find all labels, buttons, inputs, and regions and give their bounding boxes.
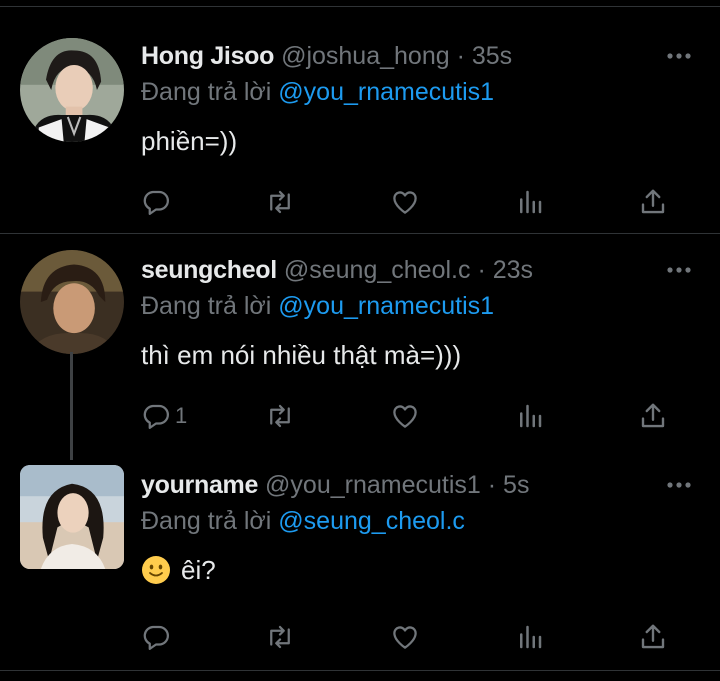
- tweet-divider: [0, 233, 720, 234]
- tweet-header: seungcheol @seung_cheol.c · 23s: [141, 254, 533, 286]
- share-button[interactable]: [638, 398, 668, 434]
- replying-to: Đang trả lời @you_rnamecutis1: [141, 290, 494, 322]
- like-icon: [393, 405, 417, 428]
- tweet-actions: [141, 184, 681, 224]
- timestamp[interactable]: 5s: [503, 471, 529, 499]
- like-button[interactable]: [390, 398, 420, 434]
- retweet-button[interactable]: [265, 184, 295, 220]
- display-name[interactable]: seungcheol: [141, 256, 277, 284]
- tweet-text: phiền=)): [141, 126, 238, 156]
- retweet-icon: [270, 404, 290, 428]
- views-button[interactable]: [515, 619, 545, 655]
- user-handle[interactable]: @you_rnamecutis1: [265, 471, 481, 499]
- replying-to: Đang trả lời @seung_cheol.c: [141, 505, 465, 537]
- timestamp[interactable]: 35s: [472, 42, 512, 70]
- replying-to: Đang trả lời @you_rnamecutis1: [141, 76, 494, 108]
- user-handle[interactable]: @seung_cheol.c: [284, 256, 471, 284]
- reply-icon: [143, 190, 169, 215]
- bottom-divider: [0, 670, 720, 671]
- separator-dot: ·: [477, 256, 486, 284]
- retweet-button[interactable]: [265, 398, 295, 434]
- display-name[interactable]: yourname: [141, 471, 258, 499]
- views-icon: [520, 625, 542, 649]
- views-button[interactable]: [515, 398, 545, 434]
- reply-button[interactable]: [141, 184, 175, 220]
- smile-emoji-icon: [142, 556, 170, 584]
- share-button[interactable]: [638, 184, 668, 220]
- reply-icon: [143, 404, 169, 429]
- avatar-image: [20, 465, 124, 569]
- retweet-icon: [270, 190, 290, 214]
- views-icon: [520, 404, 542, 428]
- avatar[interactable]: [20, 38, 124, 142]
- tweet-text: êi?: [181, 555, 216, 585]
- top-divider: [0, 6, 720, 7]
- share-icon: [641, 189, 665, 214]
- reply-button[interactable]: [141, 619, 175, 655]
- retweet-icon: [270, 625, 290, 649]
- tweet[interactable]: seungcheol @seung_cheol.c · 23s Đang trả…: [0, 250, 720, 444]
- tweet-header: yourname @you_rnamecutis1 · 5s: [141, 469, 529, 501]
- like-icon: [393, 191, 417, 214]
- tweet[interactable]: Hong Jisoo @joshua_hong · 35s Đang trả l…: [0, 38, 720, 230]
- views-button[interactable]: [515, 184, 545, 220]
- tweet-header: Hong Jisoo @joshua_hong · 35s: [141, 40, 512, 72]
- separator-dot: ·: [487, 471, 497, 499]
- share-button[interactable]: [638, 619, 668, 655]
- reply-count: 1: [175, 403, 188, 428]
- avatar[interactable]: [20, 250, 124, 354]
- share-icon: [641, 624, 665, 649]
- tweet-text: thì em nói nhiều thật mà=))): [141, 340, 462, 370]
- avatar[interactable]: [20, 465, 124, 569]
- mention-link[interactable]: @you_rnamecutis1: [278, 292, 494, 320]
- more-icon[interactable]: [664, 48, 694, 64]
- more-icon[interactable]: [664, 477, 694, 493]
- thread-connector-line: [70, 352, 73, 460]
- reply-button[interactable]: 1: [141, 398, 187, 434]
- tweet[interactable]: yourname @you_rnamecutis1 · 5s Đang trả …: [0, 465, 720, 669]
- mention-link[interactable]: @you_rnamecutis1: [278, 78, 494, 106]
- separator-dot: ·: [456, 42, 465, 70]
- tweet-actions: 1: [141, 398, 681, 438]
- timestamp[interactable]: 23s: [493, 256, 533, 284]
- share-icon: [641, 403, 665, 428]
- retweet-button[interactable]: [265, 619, 295, 655]
- user-handle[interactable]: @joshua_hong: [281, 42, 450, 70]
- avatar-image: [20, 250, 124, 354]
- replying-to-label: Đang trả lời: [141, 292, 272, 320]
- avatar-image: [20, 38, 124, 142]
- tweet-actions: [141, 619, 681, 659]
- replying-to-label: Đang trả lời: [141, 78, 272, 106]
- like-icon: [393, 626, 417, 649]
- tweet-text-container: êi?: [141, 553, 216, 587]
- display-name[interactable]: Hong Jisoo: [141, 42, 274, 70]
- like-button[interactable]: [390, 184, 420, 220]
- views-icon: [520, 190, 542, 214]
- like-button[interactable]: [390, 619, 420, 655]
- reply-icon: [143, 625, 169, 650]
- more-icon[interactable]: [664, 262, 694, 278]
- replying-to-label: Đang trả lời: [141, 507, 272, 535]
- mention-link[interactable]: @seung_cheol.c: [278, 507, 465, 535]
